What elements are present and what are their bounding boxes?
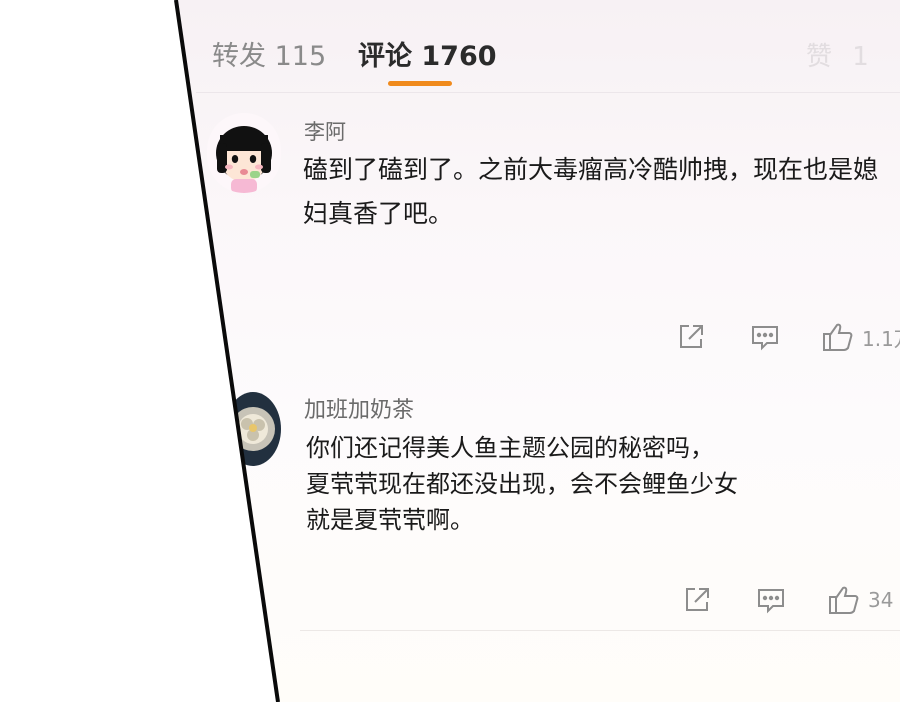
like-count: 1.1万 [862,326,900,351]
tab-divider [196,92,900,93]
like-icon [828,585,860,615]
comment-username[interactable]: 加班加奶茶 [304,392,900,424]
comment-item: 加班加奶茶 你们还记得美人鱼主题公园的秘密吗， 夏茕茕现在都还没出现，会不会鲤鱼… [300,392,900,538]
comment-text-line: 夏茕茕现在都还没出现，会不会鲤鱼少女 [306,470,738,498]
comment-text-line: 就是夏茕茕啊。 [306,506,474,534]
flower-avatar-icon[interactable] [225,392,281,466]
phone-screen: 转发 115 评论 1760 赞 1 李阿 磕到了磕到了。之前大毒瘤高冷酷帅拽，… [176,0,900,702]
active-tab-indicator [388,81,452,86]
comment-tabs: 转发 115 评论 1760 赞 1 [210,30,900,90]
cartoon-girl-avatar-icon[interactable] [207,113,281,193]
comment-text: 磕到了磕到了。之前大毒瘤高冷酷帅拽，现在也是媳妇真香了吧。 [303,155,879,228]
comment-username[interactable]: 李阿 [304,116,900,146]
share-icon[interactable] [676,322,706,352]
comment-text: 你们还记得美人鱼主题公园的秘密吗， 夏茕茕现在都还没出现，会不会鲤鱼少女 就是夏… [306,430,900,538]
comment-text-line: 你们还记得美人鱼主题公园的秘密吗， [306,434,714,462]
like-button[interactable]: 1.1万 [822,322,900,352]
tab-repost[interactable]: 转发 115 [212,34,326,73]
stage: 转发 115 评论 1760 赞 1 李阿 磕到了磕到了。之前大毒瘤高冷酷帅拽，… [0,0,900,702]
like-button[interactable]: 34 [828,585,893,615]
share-icon[interactable] [682,585,712,615]
comment-item: 李阿 磕到了磕到了。之前大毒瘤高冷酷帅拽，现在也是媳妇真香了吧。 [300,116,900,236]
comment-divider [300,630,900,631]
like-icon [822,322,854,352]
like-count: 34 [868,588,894,612]
tab-comments[interactable]: 评论 1760 [358,34,497,73]
comment-icon[interactable] [756,585,786,615]
comment-icon[interactable] [750,322,780,352]
tab-likes[interactable]: 赞 1 [806,36,875,73]
